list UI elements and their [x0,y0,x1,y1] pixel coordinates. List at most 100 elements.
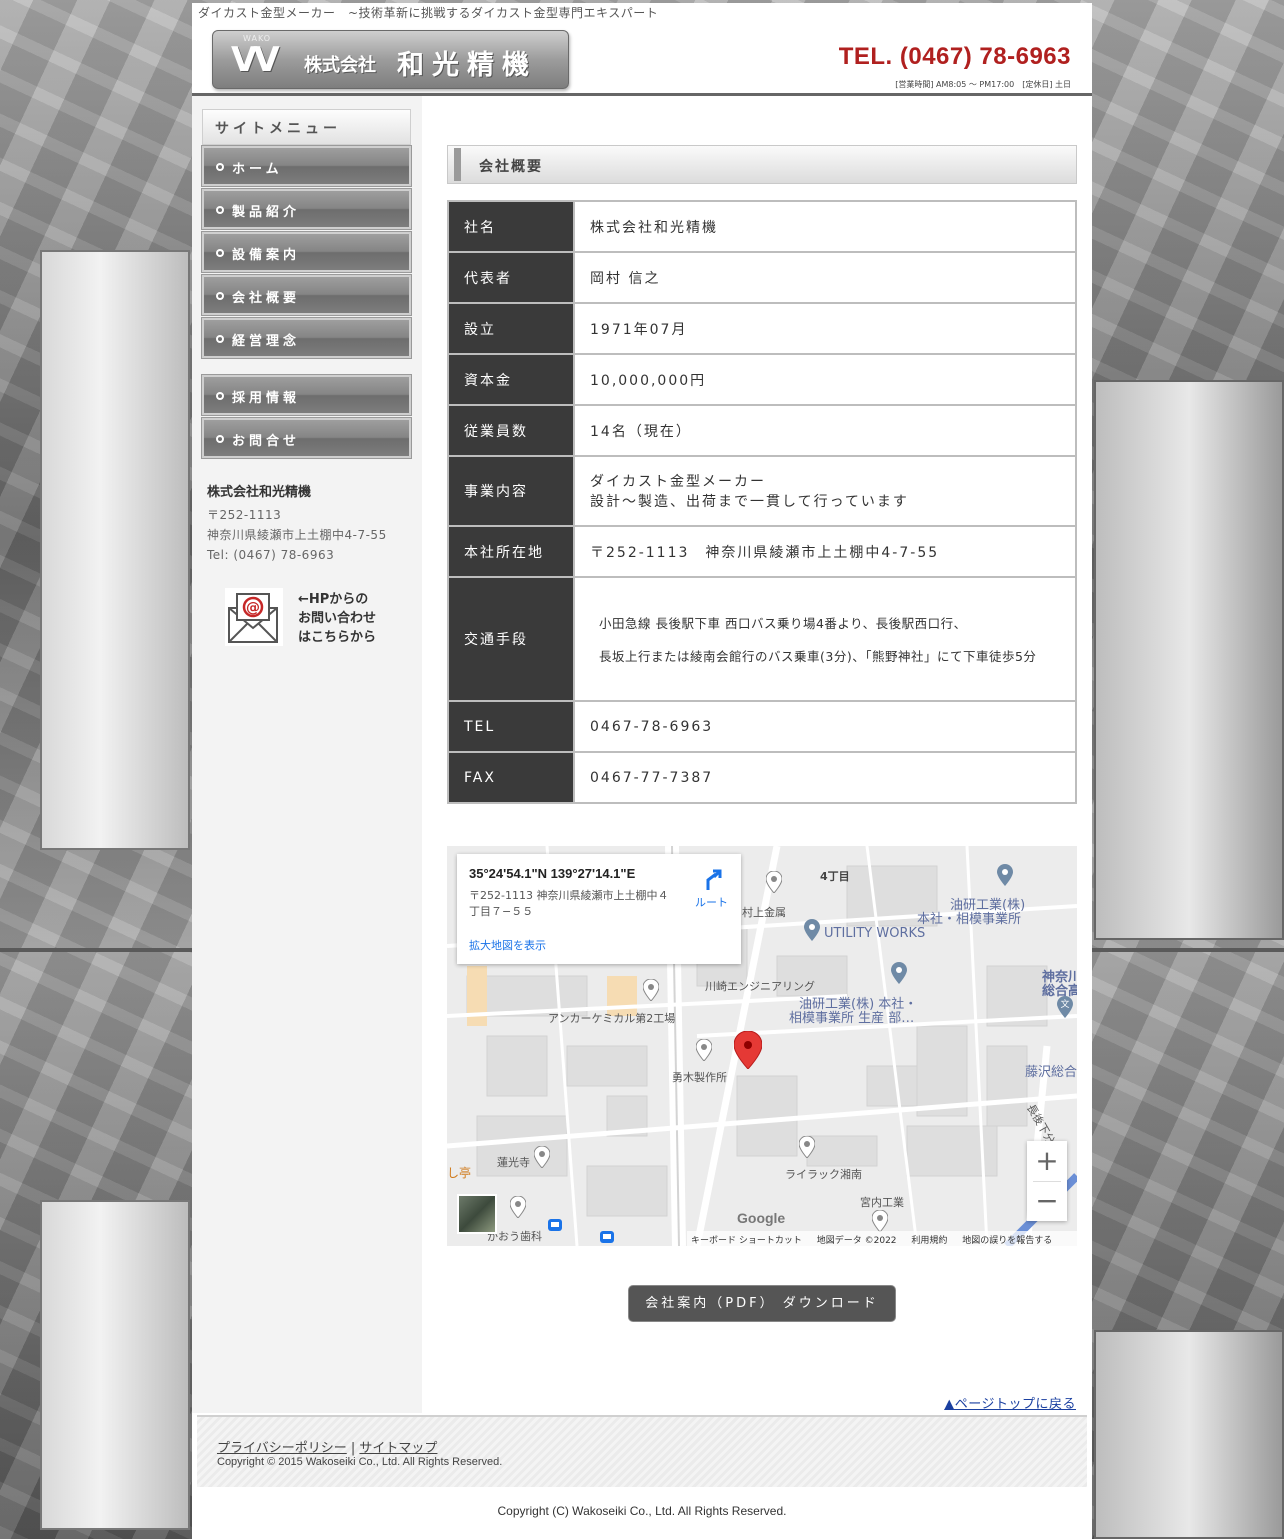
bullet-icon [216,392,224,400]
background-machine [40,250,190,850]
footer: プライバシーポリシー | サイトマップ Copyright © 2015 Wak… [197,1415,1087,1487]
sidebar-item-products[interactable]: 製品紹介 [201,188,412,230]
heading-bar [454,148,461,181]
directions-link[interactable]: ルート [695,894,728,910]
map-pin-icon[interactable] [510,1196,526,1218]
table-row: 社名 株式会社和光精機 [447,200,1077,253]
map-pin-icon[interactable] [799,1136,815,1158]
map-coordinates: 35°24'54.1"N 139°27'14.1"E [469,866,636,881]
row-label: 資本金 [447,353,575,406]
row-value: 14名（現在） [573,404,1077,457]
svg-text:文: 文 [1060,998,1069,1010]
header-phone: TEL. (0467) 78-6963 [838,43,1071,70]
row-label: 代表者 [447,251,575,304]
view-larger-map-link[interactable]: 拡大地図を表示 [469,937,546,953]
map-pin-icon[interactable] [997,864,1013,886]
row-label: 設立 [447,302,575,355]
terms-link[interactable]: 利用規約 [911,1236,947,1246]
map-pin-icon[interactable] [804,919,820,941]
privacy-policy-link[interactable]: プライバシーポリシー [217,1441,347,1456]
map-data-credit: 地図データ ©2022 [816,1236,897,1246]
site-tagline: ダイカスト金型メーカー ~技術革新に挑戦するダイカスト金型専門エキスパート [198,6,659,20]
map-pin-icon[interactable] [696,1039,712,1061]
back-to-top-link[interactable]: ▲ページトップに戻る [944,1393,1076,1412]
svg-text:@: @ [246,600,260,616]
map-label: 蓮光寺 [497,1156,530,1169]
bullet-icon [216,206,224,214]
row-value: 〒252-1113 神奈川県綾瀬市上土棚中4-7-55 [573,525,1077,578]
page-container: ダイカスト金型メーカー ~技術革新に挑戦するダイカスト金型専門エキスパート WA… [192,3,1092,1539]
row-label: 従業員数 [447,404,575,457]
row-value: 株式会社和光精機 [573,200,1077,253]
page-title: 会社概要 [479,159,543,175]
table-row: 従業員数 14名（現在） [447,404,1077,457]
sidebar-item-label: 経営理念 [232,334,301,349]
background-machine [1094,380,1284,940]
satellite-toggle[interactable] [457,1194,497,1234]
map-label: 4丁目 [820,870,850,883]
sidebar-item-equipment[interactable]: 設備案内 [201,231,412,273]
row-value: 0467-78-6963 [573,700,1077,753]
logo-kabushiki: 株式会社 [304,55,376,76]
bus-stop-icon[interactable] [599,1230,615,1244]
logo-company-name: 和光精機 [397,50,537,81]
row-value: 10,000,000円 [573,353,1077,406]
map-pin-icon[interactable] [534,1146,550,1168]
sidebar-zip: 〒252-1113 [207,508,282,522]
location-marker-icon[interactable] [734,1031,762,1069]
map-label: アンカーケミカル第2工場 [548,1012,676,1025]
company-logo[interactable]: WAKO VV 株式会社 和光精機 [212,30,569,89]
report-error-link[interactable]: 地図の誤りを報告する [962,1236,1052,1246]
row-value: 岡村 信之 [573,251,1077,304]
google-logo: Google [737,1210,786,1226]
map-label: 本社・相模事業所 [917,912,1022,927]
sidebar-item-contact[interactable]: お問合せ [201,417,412,459]
sidebar-item-home[interactable]: ホーム [201,145,412,187]
row-label: TEL [447,700,575,753]
row-value: ダイカスト金型メーカー 設計～製造、出荷まで一貫して行っています [573,455,1077,527]
menu-title: サイトメニュー [202,109,411,145]
map-label: 村上金属 [742,906,786,919]
table-row: 代表者 岡村 信之 [447,251,1077,304]
keyboard-shortcuts-link[interactable]: キーボード ショートカット [691,1236,802,1246]
map-pin-icon[interactable] [643,979,659,1001]
bullet-icon [216,249,224,257]
sidebar-item-label: 製品紹介 [232,205,301,220]
footer-copyright: Copyright © 2015 Wakoseiki Co., Ltd. All… [217,1456,503,1468]
sidebar-company-name: 株式会社和光精機 [207,485,312,500]
sidebar-item-label: 設備案内 [232,248,301,263]
bullet-icon [216,335,224,343]
sidebar-company-info: 株式会社和光精機 〒252-1113 神奈川県綾瀬市上土棚中4-7-55 Tel… [207,481,387,565]
row-label: 本社所在地 [447,525,575,578]
contact-banner-text: ←HPからの お問い合わせ はこちらから [298,592,377,645]
zoom-out-button[interactable]: − [1027,1181,1067,1221]
row-label: FAX [447,751,575,804]
business-hours: [営業時間] AM8:05 ～ PM17:00 [定休日] 土日 [895,80,1071,89]
directions-icon[interactable] [702,868,726,892]
bus-stop-icon[interactable] [547,1218,563,1232]
table-row: 本社所在地 〒252-1113 神奈川県綾瀬市上土棚中4-7-55 [447,525,1077,578]
background-machine [1094,1330,1284,1539]
bullet-icon [216,163,224,171]
table-row: TEL 0467-78-6963 [447,700,1077,753]
contact-banner[interactable]: @ ←HPからの お問い合わせ はこちらから [225,588,395,650]
school-icon[interactable]: 文 [1057,996,1073,1018]
row-label: 事業内容 [447,455,575,527]
embedded-map[interactable]: 4丁目 村上金属 UTILITY WORKS 油研工業(株) 本社・相模事業所 … [447,846,1077,1246]
map-pin-icon[interactable] [872,1210,888,1232]
map-pin-icon[interactable] [891,962,907,984]
row-value: 0467-77-7387 [573,751,1077,804]
sidebar-item-company[interactable]: 会社概要 [201,274,412,316]
zoom-in-button[interactable]: + [1027,1141,1067,1181]
map-info-card: 35°24'54.1"N 139°27'14.1"E 〒252-1113 神奈川… [457,854,741,964]
sitemap-link[interactable]: サイトマップ [359,1441,437,1456]
sidebar-item-recruit[interactable]: 採用情報 [201,374,412,416]
sidebar-item-philosophy[interactable]: 経営理念 [201,317,412,359]
table-row: 資本金 10,000,000円 [447,353,1077,406]
map-label: 川崎エンジニアリング [705,980,815,993]
sidebar-address: 神奈川県綾瀬市上土棚中4-7-55 [207,528,387,542]
row-value: 小田急線 長後駅下車 西口バス乗り場4番より、長後駅西口行、 長坂上行または綾南… [573,576,1077,702]
pdf-download-button[interactable]: 会社案内（PDF） ダウンロード [628,1285,896,1322]
map-pin-icon[interactable] [766,871,782,893]
row-value: 1971年07月 [573,302,1077,355]
